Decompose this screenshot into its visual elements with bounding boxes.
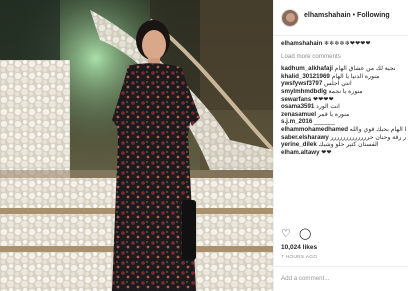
comment-row: saber.elsharawy حارررررررررررررررر رقة و… [281,134,406,142]
comment-icon[interactable]: ◯ [299,228,311,240]
post-author: elhamshahain • Following [304,12,390,19]
comment-text: نجية لك من عشاق الهام [334,65,396,73]
comment-text: ______ [314,118,335,126]
comment-username[interactable]: yerine_dilek [281,141,317,148]
comment-username[interactable]: elham.altawy [281,149,320,156]
comment-username[interactable]: elhammohamedhamed [281,126,348,133]
comment-text: عفاالك يا الهام بحبك قوي والله [349,125,406,133]
comment-row: zenasamuel منورة يا قمر [281,111,406,119]
comment-username[interactable]: zenasamuel [281,111,316,118]
comment-row: ywsfywsf3797 انتي اجلس [281,80,406,88]
comment-row: s.j.m_2016 ______ [281,118,406,126]
comment-text: حارررررررررررررررر رقة وحنان حرررررررررر… [330,133,406,141]
following-button[interactable]: Following [357,12,390,19]
photo-illustration [0,0,273,291]
comment-row: elhammohamedhamed عفاالك يا الهام بحبك ق… [281,126,406,134]
separator-dot: • [352,12,356,19]
comment-text: منورة يا نجمة [328,87,363,95]
comment-username[interactable]: s.j.m_2016 [281,118,312,125]
post-timestamp: 7 HOURS AGO [281,255,318,260]
comment-row: elham.altawy ❤❤ [281,149,406,157]
comment-text: انتي اجلس [324,80,352,88]
comment-username[interactable]: ywsfywsf3797 [281,80,322,87]
comment-username[interactable]: sewarfans [281,96,311,103]
caption: elhamshahain ❄❄❄❄❄❤❤❤❤ [281,40,406,48]
load-more-comments-link[interactable]: Load more comments [281,53,406,61]
caption-text: ❄❄❄❄❄❤❤❤❤ [324,40,371,47]
comment-text: منورة الدنيا يا الهام [331,72,380,80]
comments-list: elhamshahain ❄❄❄❄❄❤❤❤❤ Load more comment… [281,40,406,156]
avatar[interactable] [281,9,299,27]
comment-username[interactable]: osama3591 [281,103,314,110]
comment-username[interactable]: smylmhmdbdlg [281,88,327,95]
comment-row: kadhum_alkhafaji نجية لك من عشاق الهام [281,65,406,73]
post-side-panel: elhamshahain • Following elhamshahain ❄❄… [273,0,408,291]
post-header: elhamshahain • Following [274,0,408,36]
comment-text: ❤❤❤❤ [313,95,334,103]
comment-row: sewarfans ❤❤❤❤ [281,96,406,104]
action-bar: ♡ ◯ [281,228,406,240]
add-comment-bar[interactable]: Add a comment... [274,266,408,291]
likes-count[interactable]: 10,024 likes [281,244,317,251]
comment-row: khalid_30121969 منورة الدنيا يا الهام [281,73,406,81]
comment-username[interactable]: khalid_30121969 [281,73,330,80]
instagram-post: elhamshahain • Following elhamshahain ❄❄… [0,0,408,291]
comment-text: ❤❤ [321,148,332,156]
comment-row: osama3591 انت الورد [281,103,406,111]
post-photo[interactable] [0,0,273,291]
heart-icon[interactable]: ♡ [281,228,291,240]
comment-row: yerine_dilek الفستان كتير حلو وشيك [281,141,406,149]
comment-text: منورة يا قمر [317,110,350,118]
comment-text: الفستان كتير حلو وشيك [318,141,379,149]
add-comment-input[interactable]: Add a comment... [281,275,330,282]
comment-row: smylmhmdbdlg منورة يا نجمة [281,88,406,96]
comment-text: انت الورد [316,103,340,111]
comment-username[interactable]: kadhum_alkhafaji [281,65,333,72]
comment-username[interactable]: saber.elsharawy [281,134,329,141]
caption-username[interactable]: elhamshahain [281,40,322,47]
author-username[interactable]: elhamshahain [304,12,351,19]
